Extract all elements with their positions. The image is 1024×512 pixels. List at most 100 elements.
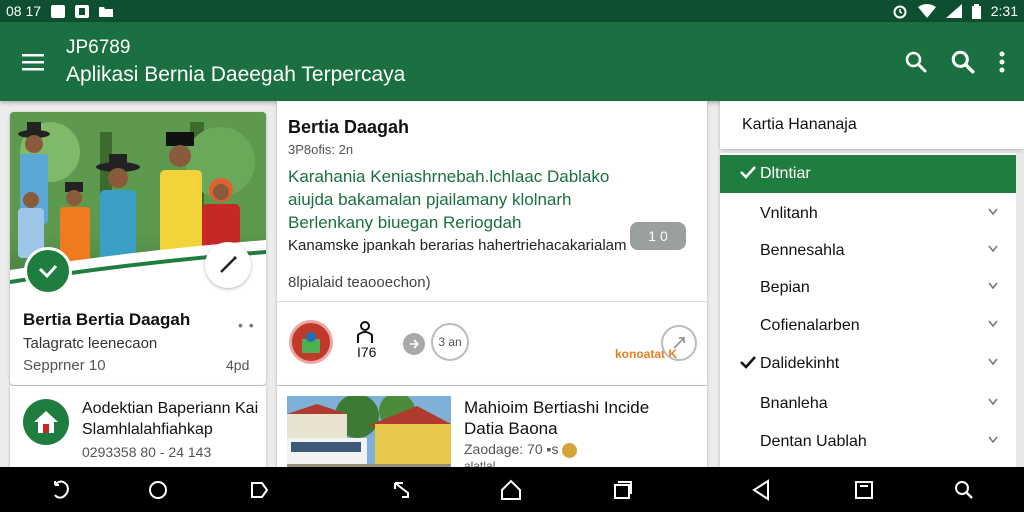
filter-item-label: Dentan Uablah [760, 433, 867, 450]
more-vert-icon [999, 51, 1005, 72]
alarm-icon [892, 3, 908, 19]
profile-icon [302, 332, 320, 353]
filter-item[interactable]: Dltntiar [720, 155, 1016, 193]
chevron-down-icon [988, 320, 998, 328]
person-label: I76 [357, 344, 377, 360]
search-button[interactable] [904, 50, 928, 74]
filter-item-label: Bnanleha [760, 395, 828, 412]
check-icon [38, 264, 58, 279]
system-nav-bar [0, 467, 1024, 512]
filter-item[interactable]: Bnanleha [720, 385, 1016, 423]
back-icon[interactable] [392, 479, 414, 501]
folder-icon [99, 5, 114, 17]
filter-item-label: Bennesahla [760, 242, 845, 259]
back-icon[interactable] [750, 479, 772, 501]
filter-item[interactable]: Vnlitanh [720, 195, 1016, 233]
filter-item[interactable]: Dentan Uablah [720, 423, 1016, 461]
reaction-button[interactable] [403, 333, 425, 355]
chevron-down-icon [988, 436, 998, 444]
edit-button[interactable] [205, 242, 251, 288]
category-filter-list: Dltntiar Vnlitanh Bennesahla Bepian Cofienal… [720, 153, 1024, 467]
article-highlight: Karahania Keniashrnebah.lchlaac Dablako … [288, 167, 610, 232]
news-item-title-line2: Slamhlalahfiahkap [82, 421, 213, 438]
filter-item[interactable]: Bennesahla [720, 232, 1016, 270]
feature-card-date: Sepprner 10 [23, 357, 106, 374]
news-card-meta-text: Zaodage: 70 ▪s [464, 441, 559, 457]
menu-button[interactable] [0, 22, 66, 101]
app-code: JP6789 [66, 36, 131, 58]
more-options-icon[interactable]: • • [238, 317, 255, 333]
share-icon [673, 337, 685, 349]
news-card-secondary[interactable]: Mahioim Bertiashi Incide Datia Baona Zao… [277, 386, 707, 476]
feature-photo [10, 112, 266, 300]
status-bar: 08 17 2:31 [0, 0, 1024, 22]
news-list-item[interactable]: Aodektian Baperiann Kai Slamhlalahfiahka… [10, 386, 266, 476]
filter-item[interactable]: Bepian [720, 269, 1016, 307]
filter-item[interactable]: Cofienalarben [720, 307, 1016, 345]
article-description: Kanamske jpankah berarias hahertriehacak… [288, 237, 627, 254]
status-time: 2:31 [990, 3, 1018, 19]
house-avatar [23, 399, 69, 445]
scrollbar[interactable] [1016, 153, 1024, 467]
news-item-title-line1: Aodektian Baperiann Kai [82, 400, 259, 417]
home-icon[interactable] [500, 479, 522, 501]
article-card[interactable]: Bertia Daagah 3P8ofis: 2n Karahania Keni… [277, 101, 707, 385]
category-dropdown[interactable]: Kartia Hananaja [720, 101, 1024, 149]
coin-icon [562, 442, 578, 458]
filter-item[interactable]: Dalidekinht [720, 345, 1016, 383]
overflow-menu-button[interactable] [998, 51, 1006, 73]
chevron-down-icon [988, 398, 998, 406]
chevron-down-icon [988, 245, 998, 253]
divider [277, 301, 707, 302]
search-icon[interactable] [953, 479, 975, 501]
home-icon[interactable] [147, 479, 169, 501]
chevron-down-icon [988, 208, 998, 216]
battery-icon [971, 3, 981, 19]
chevron-down-icon [988, 282, 998, 290]
comments-button[interactable]: 3 an [431, 323, 469, 361]
recents-icon[interactable] [853, 479, 875, 501]
filter-item-label: Cofienalarben [760, 317, 860, 334]
back-icon[interactable] [50, 479, 72, 501]
menu-icon [22, 53, 44, 70]
signal-icon [945, 4, 962, 18]
feature-card-subtitle: Talagratc leenecaon [23, 335, 158, 352]
article-count-pill[interactable]: 1 0 [630, 222, 686, 250]
recents-icon[interactable] [611, 479, 633, 501]
app-bar: JP6789 Aplikasi Bernia Daeegah Terpercay… [0, 22, 1024, 101]
author-avatar[interactable] [289, 320, 333, 364]
article-title: Bertia Daagah [288, 117, 410, 137]
article-meta: 3P8ofis: 2n [288, 142, 354, 157]
news-thumbnail [287, 396, 451, 476]
check-icon [740, 356, 756, 369]
feature-card-time: 4pd [226, 357, 250, 373]
edit-icon [220, 256, 237, 273]
filter-item-label: Vnlitanh [760, 205, 818, 222]
house-icon [34, 411, 58, 433]
status-left-text: 08 17 [6, 3, 42, 19]
article-source: 8lpialaid teaooechon) [288, 274, 431, 291]
news-card-meta: Zaodage: 70 ▪s [464, 441, 578, 458]
verify-button[interactable] [24, 247, 72, 295]
check-icon [740, 166, 756, 179]
person-icon [355, 321, 375, 343]
search-button-secondary[interactable] [950, 49, 976, 75]
news-card-title-line1: Mahioim Bertiashi Incide [464, 398, 650, 417]
reaction-icon [410, 339, 420, 349]
share-button[interactable] [661, 325, 697, 361]
feature-news-card[interactable]: Bertia Bertia Daagah • • Talagratc leene… [10, 112, 266, 385]
wifi-icon [917, 4, 936, 18]
image-icon [75, 4, 90, 18]
notification-icon [51, 4, 66, 18]
news-item-meta: 0293358 80 - 24 143 [82, 444, 212, 460]
filter-item-label: Dltntiar [760, 165, 811, 182]
feature-card-title: Bertia Bertia Daagah [23, 310, 191, 329]
recents-icon[interactable] [249, 479, 271, 501]
app-title: Aplikasi Bernia Daeegah Terpercaya [66, 62, 406, 86]
filter-item-label: Bepian [760, 279, 810, 296]
content-area: Bertia Bertia Daagah • • Talagratc leene… [0, 101, 1024, 476]
filter-item-label: Dalidekinht [760, 355, 840, 372]
chevron-down-icon [988, 358, 998, 366]
news-card-title-line2: Datia Baona [464, 419, 558, 438]
search-icon [905, 51, 927, 72]
